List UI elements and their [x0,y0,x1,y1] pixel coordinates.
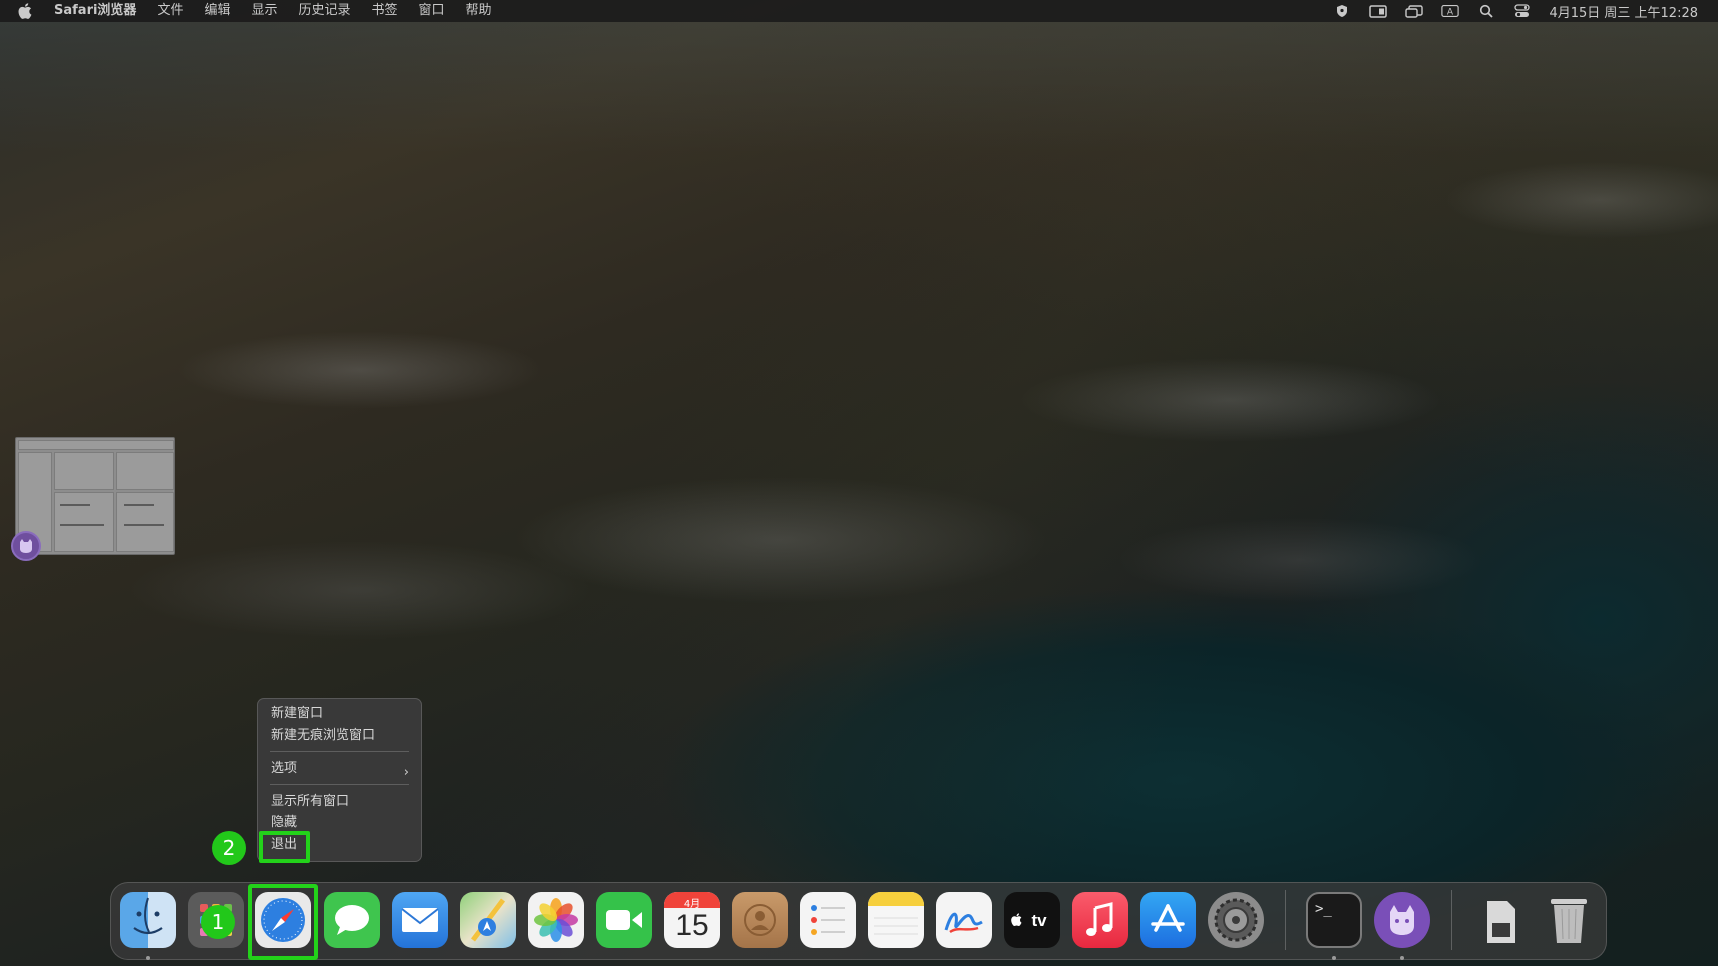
running-indicator [146,956,150,960]
menu-history[interactable]: 历史记录 [298,0,350,22]
trash-icon[interactable] [1541,892,1597,948]
contacts-icon[interactable] [732,892,788,948]
cat-app-badge-icon [11,531,41,561]
menu-file[interactable]: 文件 [157,0,183,22]
control-center-icon[interactable] [1513,4,1531,18]
notes-icon[interactable] [868,892,924,948]
facetime-icon[interactable] [596,892,652,948]
display-icon[interactable] [1405,4,1424,18]
search-icon[interactable] [1477,4,1495,18]
calendar-icon[interactable]: 4月 15 [664,892,720,948]
maps-icon[interactable] [460,892,516,948]
window-thumbnail[interactable] [15,437,175,555]
input-source-icon[interactable]: A [1441,4,1460,18]
menu-edit[interactable]: 编辑 [204,0,230,22]
menubar-clock[interactable]: 4月15日 周三 上午12:28 [1549,2,1698,21]
apple-tv-label: tv [1031,911,1047,930]
terminal-icon[interactable]: >_ [1306,892,1362,948]
menu-item-new-private-window[interactable]: 新建无痕浏览窗口 [271,726,375,746]
menu-bar: Safari浏览器 文件 编辑 显示 历史记录 书签 窗口 帮助 A 4月15日… [0,0,1718,22]
system-settings-icon[interactable] [1208,892,1264,948]
step-marker-2: 2 [212,831,246,865]
apple-tv-icon[interactable]: tv [1004,892,1060,948]
mail-icon[interactable] [392,892,448,948]
menu-separator [270,751,409,752]
screen-record-icon[interactable] [1369,4,1388,18]
app-menu-safari[interactable]: Safari浏览器 [54,0,136,22]
calendar-month-label: 4月 [683,899,701,910]
menu-window[interactable]: 窗口 [419,0,445,22]
chevron-right-icon: › [403,765,409,780]
safari-highlight-box [248,884,318,960]
menu-item-options[interactable]: 选项 [271,759,297,779]
photos-icon[interactable] [528,892,584,948]
cat-app-icon[interactable] [1374,892,1430,948]
running-indicator [1332,956,1336,960]
finder-icon[interactable] [120,892,176,948]
svg-text:>_: >_ [1315,901,1332,917]
freeform-icon[interactable] [936,892,992,948]
input-source-label: A [1447,8,1454,18]
dock-separator [1451,890,1452,950]
menu-item-new-window[interactable]: 新建窗口 [271,704,323,724]
menu-item-hide[interactable]: 隐藏 [271,813,297,833]
quit-highlight-box [259,831,310,863]
shield-icon[interactable] [1333,4,1351,18]
step-marker-1: 1 [201,905,235,939]
menu-help[interactable]: 帮助 [466,0,492,22]
reminders-icon[interactable] [800,892,856,948]
menu-bookmarks[interactable]: 书签 [372,0,398,22]
calendar-day-label: 15 [675,909,709,942]
menu-separator [270,784,409,785]
menu-view[interactable]: 显示 [251,0,277,22]
music-icon[interactable] [1072,892,1128,948]
menu-item-show-all-windows[interactable]: 显示所有窗口 [271,792,349,812]
apple-menu-icon[interactable] [18,3,34,19]
running-indicator [1400,956,1404,960]
downloads-stack-icon[interactable] [1473,892,1529,948]
messages-icon[interactable] [324,892,380,948]
app-store-icon[interactable] [1140,892,1196,948]
dock-separator [1285,890,1286,950]
